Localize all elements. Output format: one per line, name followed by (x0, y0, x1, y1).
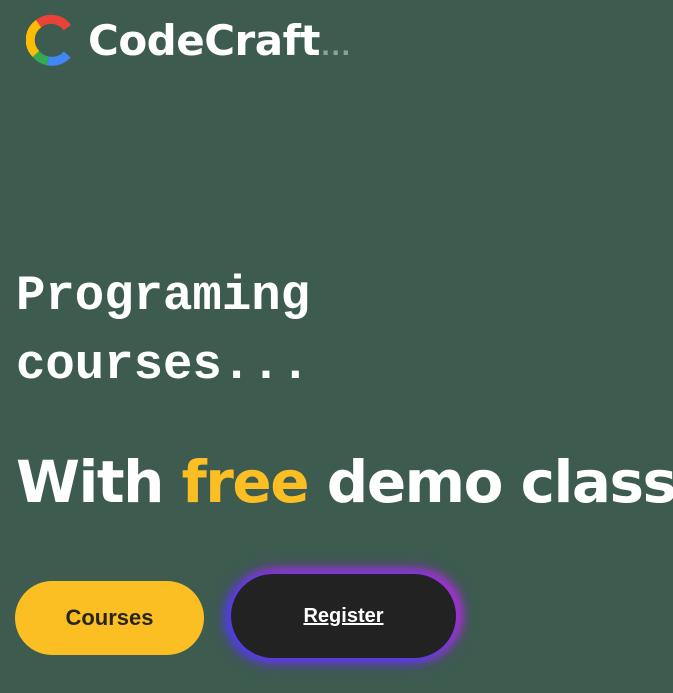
subheadline-prefix: With (16, 448, 164, 516)
brand[interactable]: CodeCraft ... (88, 20, 351, 62)
brand-name[interactable]: CodeCraft (88, 20, 320, 62)
courses-button[interactable]: Courses (15, 581, 204, 655)
register-button[interactable]: Register (231, 574, 456, 658)
subheadline-accent: free (181, 448, 310, 516)
headline-line-2: courses... (16, 337, 311, 393)
hero-headline: Programing courses... (16, 262, 310, 400)
site-header: CodeCraft ... (26, 11, 351, 71)
brand-dots: ... (320, 33, 352, 61)
codecraft-logo-icon[interactable] (26, 13, 74, 69)
headline-line-1: Programing (16, 268, 311, 324)
subheadline-suffix: demo class (326, 448, 673, 516)
hero-subheadline: With free demo class (16, 448, 673, 516)
